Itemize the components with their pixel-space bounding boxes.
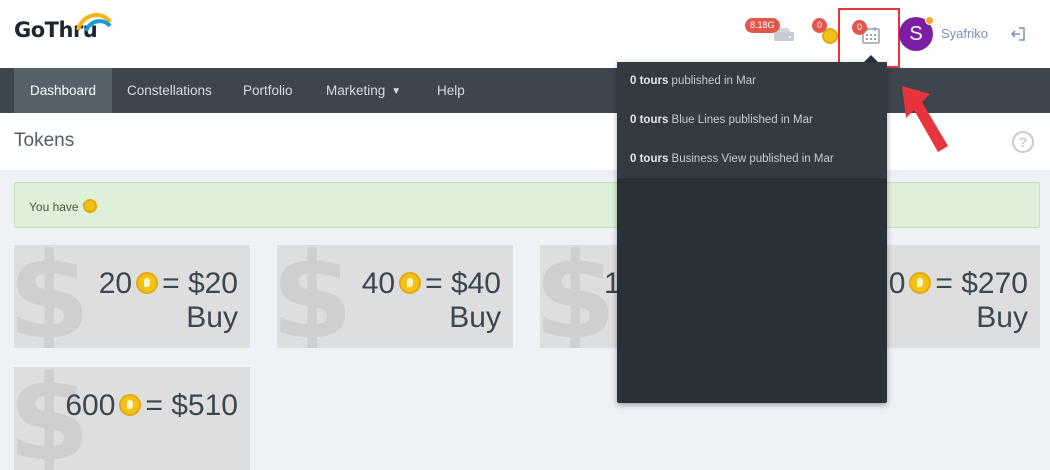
coin-icon bbox=[136, 272, 159, 295]
tour-count: 0 tours bbox=[630, 75, 669, 87]
nav-portfolio[interactable]: Portfolio bbox=[227, 68, 309, 113]
dropdown-list: 0 tours published in Mar 0 tours Blue Li… bbox=[617, 62, 887, 178]
token-package-card[interactable]: $ 20 = $20 Buy bbox=[14, 245, 250, 348]
package-price: 40 = $40 bbox=[361, 267, 501, 300]
package-price: 20 = $20 bbox=[98, 267, 238, 300]
tour-count: 0 tours bbox=[630, 153, 669, 165]
main-nav: Dashboard Constellations Portfolio Marke… bbox=[0, 68, 1050, 113]
chevron-down-icon: ▼ bbox=[391, 85, 402, 97]
package-price: 600 = $510 bbox=[65, 389, 238, 422]
page-title: Tokens bbox=[14, 130, 75, 151]
package-price: 0 = $270 bbox=[888, 267, 1028, 300]
calendar-badge: 0 bbox=[852, 20, 868, 35]
dollar-icon: $ bbox=[277, 245, 354, 348]
nav-dashboard[interactable]: Dashboard bbox=[14, 68, 113, 113]
item-text: published in Mar bbox=[671, 75, 756, 87]
buy-button[interactable]: Buy bbox=[186, 301, 238, 335]
buy-button[interactable]: Buy bbox=[449, 301, 501, 335]
package-tokens: 600 bbox=[65, 389, 116, 422]
coin-icon bbox=[83, 199, 97, 213]
package-cost: $40 bbox=[450, 267, 501, 300]
buy-button[interactable]: Buy bbox=[976, 301, 1028, 335]
item-text: Business View published in Mar bbox=[671, 153, 834, 165]
nav-help[interactable]: Help bbox=[421, 68, 481, 113]
status-dot bbox=[925, 16, 934, 25]
dropdown-item[interactable]: 0 tours published in Mar bbox=[630, 75, 756, 87]
logout-icon[interactable] bbox=[1010, 26, 1026, 42]
nav-marketing-label: Marketing bbox=[326, 83, 386, 98]
package-tokens: 40 bbox=[361, 267, 396, 300]
token-package-card[interactable]: $ 600 = $510 bbox=[14, 367, 250, 470]
top-bar: GoThru 8.18G 0 0 S Syafriko bbox=[0, 0, 1050, 68]
coin-icon bbox=[119, 394, 142, 417]
package-tokens: 20 bbox=[98, 267, 133, 300]
package-tokens: 0 bbox=[888, 267, 906, 300]
alert-text: You have bbox=[29, 200, 79, 214]
token-package-card[interactable]: $ 40 = $40 Buy bbox=[277, 245, 513, 348]
tours-dropdown: 0 tours published in Mar 0 tours Blue Li… bbox=[617, 62, 887, 403]
package-cost: $510 bbox=[171, 389, 238, 422]
page-header bbox=[0, 113, 1050, 170]
coin-icon bbox=[909, 272, 932, 295]
storage-icon bbox=[774, 28, 794, 41]
tour-count: 0 tours bbox=[630, 114, 669, 126]
coin-icon bbox=[399, 272, 422, 295]
pointer-arrow-icon bbox=[902, 86, 948, 152]
dollar-icon: $ bbox=[14, 245, 91, 348]
storage-indicator[interactable]: 8.18G bbox=[745, 18, 795, 46]
dropdown-item[interactable]: 0 tours Business View published in Mar bbox=[630, 153, 834, 165]
help-icon[interactable]: ? bbox=[1012, 131, 1034, 153]
username-link[interactable]: Syafriko bbox=[941, 26, 988, 41]
package-cost: $20 bbox=[187, 267, 238, 300]
token-badge: 0 bbox=[812, 18, 828, 33]
logo-arc-icon bbox=[76, 13, 112, 32]
item-text: Blue Lines published in Mar bbox=[671, 114, 813, 126]
nav-marketing[interactable]: Marketing ▼ bbox=[310, 68, 417, 113]
package-cost: $270 bbox=[961, 267, 1028, 300]
dropdown-item[interactable]: 0 tours Blue Lines published in Mar bbox=[630, 114, 813, 126]
nav-constellations[interactable]: Constellations bbox=[111, 68, 228, 113]
